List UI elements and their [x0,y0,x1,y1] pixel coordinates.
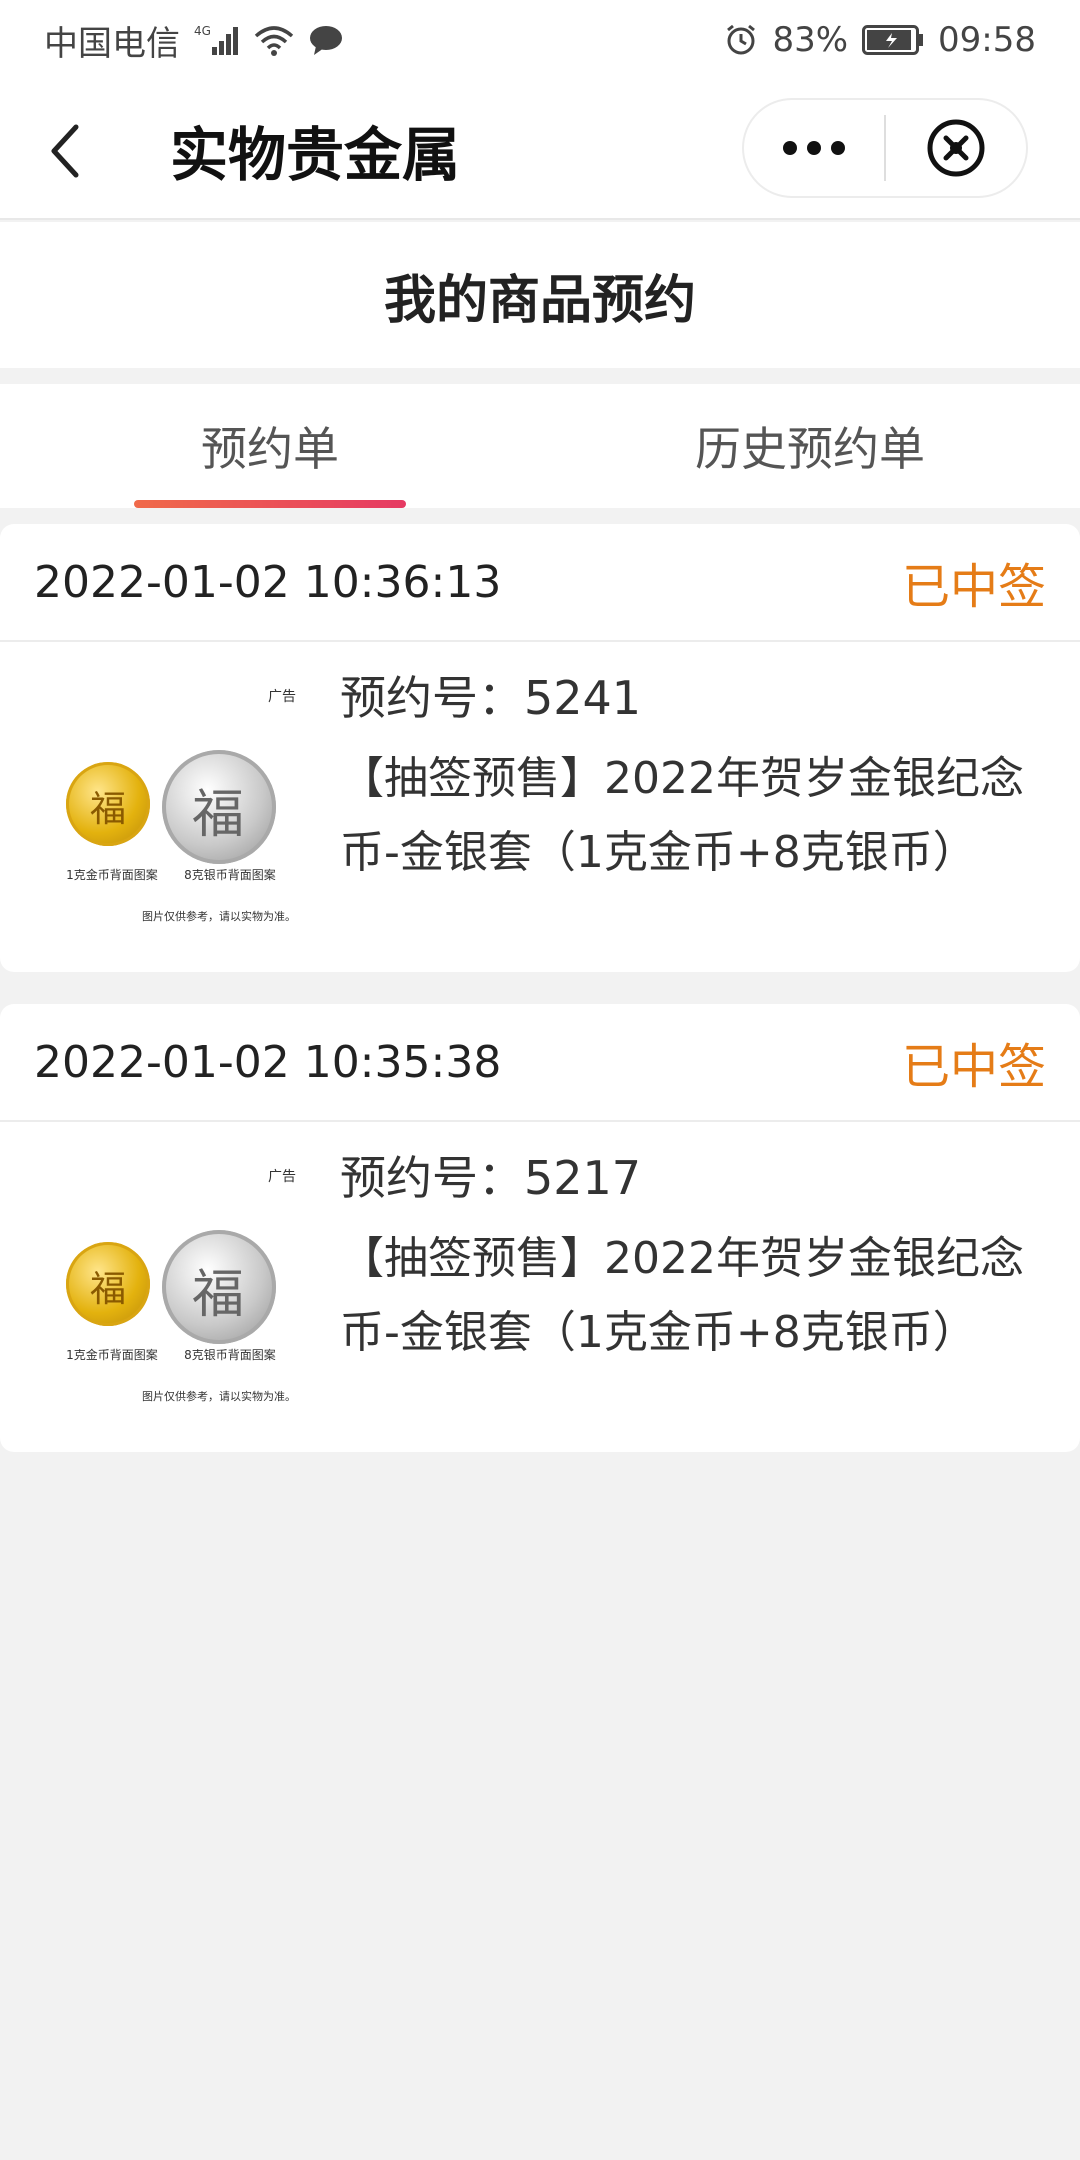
gold-coin-caption: 1克金币背面图案 [66,868,158,882]
close-mini-program-button[interactable] [886,100,1026,196]
order-card-header: 2022-01-02 10:36:13 已中签 [0,524,1080,642]
tab-bar: 预约单 历史预约单 [0,384,1080,508]
gold-coin-image: 福 [66,762,150,846]
tab-label: 历史预约单 [695,422,925,476]
reservation-label: 预约号： [340,1151,524,1205]
mini-program-navbar: 实物贵金属 [0,80,1080,220]
clock-time: 09:58 [938,20,1036,60]
close-circle-icon [927,119,985,177]
battery-icon [862,25,924,55]
alarm-icon [724,23,758,57]
image-disclaimer: 图片仅供参考，请以实物为准。 [142,1390,296,1403]
image-disclaimer: 图片仅供参考，请以实物为准。 [142,910,296,923]
product-image: 广告 福 福 1克金币背面图案 8克银币背面图案 图片仅供参考，请以实物为准。 [52,1166,312,1428]
silver-coin-caption: 8克银币背面图案 [184,1348,276,1362]
carrier-label: 中国电信 [44,23,180,64]
chevron-left-icon [51,124,79,178]
more-options-button[interactable] [744,100,884,196]
page-header: 我的商品预约 [0,222,1080,368]
page-title: 我的商品预约 [383,270,696,331]
tab-reservations[interactable]: 预约单 [0,384,540,508]
signal-icon: 4G [194,23,240,57]
chat-bubble-icon [308,24,344,56]
capsule-menu [742,98,1028,198]
nav-title: 实物贵金属 [170,121,461,189]
product-name: 【抽签预售】2022年贺岁金银纪念币-金银套（1克金币+8克银币） [340,753,1024,878]
wifi-icon [254,24,294,56]
reservation-number-line: 预约号：5241 [340,662,1050,728]
silver-coin-image: 福 [162,750,276,864]
product-image: 广告 福 福 1克金币背面图案 8克银币背面图案 图片仅供参考，请以实物为准。 [52,686,312,948]
reservation-number-line: 预约号：5217 [340,1142,1050,1208]
ad-tag: 广告 [268,1169,296,1185]
reservation-number: 5217 [524,1151,642,1205]
more-dots-icon [783,141,845,155]
active-tab-indicator [134,500,406,508]
order-card[interactable]: 2022-01-02 10:35:38 已中签 广告 福 福 1克金币背面图案 … [0,1004,1080,1452]
tab-label: 预约单 [201,422,339,476]
gold-coin-caption: 1克金币背面图案 [66,1348,158,1362]
order-time: 2022-01-02 10:35:38 [34,1036,502,1088]
tab-history-reservations[interactable]: 历史预约单 [540,384,1080,508]
silver-coin-image: 福 [162,1230,276,1344]
product-name: 【抽签预售】2022年贺岁金银纪念币-金银套（1克金币+8克银币） [340,1233,1024,1358]
svg-text:4G: 4G [194,24,211,38]
order-card-body: 预约号：5217 【抽签预售】2022年贺岁金银纪念币-金银套（1克金币+8克银… [340,1142,1050,1370]
reservation-number: 5241 [524,671,642,725]
battery-percent: 83% [772,20,849,60]
order-card-body: 预约号：5241 【抽签预售】2022年贺岁金银纪念币-金银套（1克金币+8克银… [340,662,1050,890]
status-bar: 中国电信 4G 83% 09:58 [0,0,1080,80]
status-bar-left: 中国电信 4G [44,16,344,65]
gold-coin-image: 福 [66,1242,150,1326]
order-status: 已中签 [901,559,1046,615]
order-card[interactable]: 2022-01-02 10:36:13 已中签 广告 福 福 1克金币背面图案 … [0,524,1080,972]
silver-coin-caption: 8克银币背面图案 [184,868,276,882]
reservation-label: 预约号： [340,671,524,725]
status-bar-right: 83% 09:58 [724,20,1036,60]
order-card-header: 2022-01-02 10:35:38 已中签 [0,1004,1080,1122]
ad-tag: 广告 [268,689,296,705]
back-button[interactable] [44,116,100,186]
order-status: 已中签 [901,1039,1046,1095]
order-time: 2022-01-02 10:36:13 [34,556,502,608]
